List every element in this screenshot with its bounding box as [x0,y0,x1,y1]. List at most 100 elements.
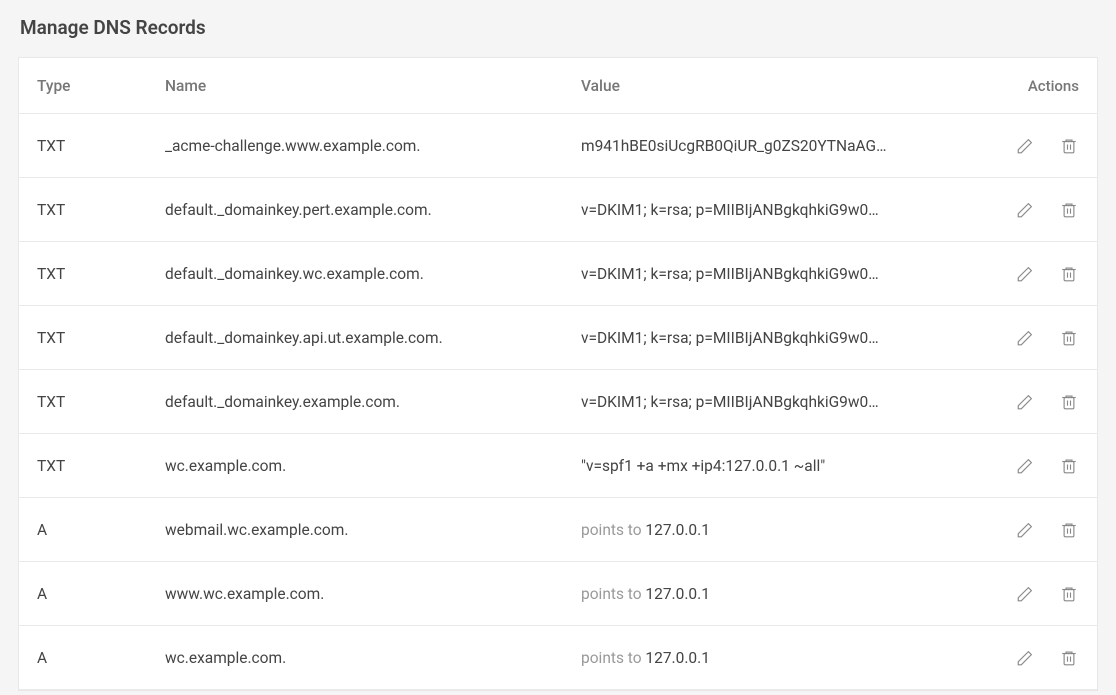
edit-button[interactable] [1015,584,1035,604]
cell-actions [969,200,1079,220]
cell-value: v=DKIM1; k=rsa; p=MIIBIjANBgkqhkiG9w0… [581,201,969,219]
pencil-icon [1016,649,1034,667]
value-main: m941hBE0siUcgRB0QiUR_g0ZS20YTNaAG… [581,137,886,155]
trash-icon [1060,137,1078,155]
cell-type: TXT [37,201,165,219]
cell-value: v=DKIM1; k=rsa; p=MIIBIjANBgkqhkiG9w0… [581,393,969,411]
pencil-icon [1016,137,1034,155]
table-row: A wc.example.com. points to 127.0.0.1 [19,626,1097,690]
cell-actions [969,264,1079,284]
cell-value: points to 127.0.0.1 [581,585,969,603]
trash-icon [1060,265,1078,283]
delete-button[interactable] [1059,328,1079,348]
table-row: TXT wc.example.com. "v=spf1 +a +mx +ip4:… [19,434,1097,498]
cell-actions [969,520,1079,540]
pencil-icon [1016,265,1034,283]
delete-button[interactable] [1059,392,1079,412]
table-header-row: Type Name Value Actions [19,58,1097,114]
cell-type: A [37,521,165,539]
delete-button[interactable] [1059,264,1079,284]
table-row: TXT default._domainkey.pert.example.com.… [19,178,1097,242]
edit-button[interactable] [1015,136,1035,156]
dns-records-table: Type Name Value Actions TXT _acme-challe… [18,57,1098,691]
table-row: TXT _acme-challenge.www.example.com. m94… [19,114,1097,178]
cell-type: TXT [37,329,165,347]
cell-value: v=DKIM1; k=rsa; p=MIIBIjANBgkqhkiG9w0… [581,329,969,347]
value-main: "v=spf1 +a +mx +ip4:127.0.0.1 ~all" [581,457,825,475]
delete-button[interactable] [1059,456,1079,476]
page-title: Manage DNS Records [0,0,1116,57]
cell-value: v=DKIM1; k=rsa; p=MIIBIjANBgkqhkiG9w0… [581,265,969,283]
cell-name: default._domainkey.pert.example.com. [165,201,581,219]
cell-actions [969,648,1079,668]
cell-actions [969,136,1079,156]
value-main: v=DKIM1; k=rsa; p=MIIBIjANBgkqhkiG9w0… [581,265,879,283]
edit-button[interactable] [1015,648,1035,668]
cell-type: TXT [37,137,165,155]
value-main: v=DKIM1; k=rsa; p=MIIBIjANBgkqhkiG9w0… [581,329,879,347]
trash-icon [1060,649,1078,667]
value-main: v=DKIM1; k=rsa; p=MIIBIjANBgkqhkiG9w0… [581,393,879,411]
cell-actions [969,392,1079,412]
cell-name: default._domainkey.wc.example.com. [165,265,581,283]
value-main: 127.0.0.1 [645,649,710,667]
delete-button[interactable] [1059,136,1079,156]
trash-icon [1060,201,1078,219]
header-type: Type [37,77,165,95]
cell-actions [969,584,1079,604]
trash-icon [1060,329,1078,347]
pencil-icon [1016,329,1034,347]
delete-button[interactable] [1059,584,1079,604]
value-main: 127.0.0.1 [645,521,710,539]
pencil-icon [1016,201,1034,219]
trash-icon [1060,457,1078,475]
header-actions: Actions [969,77,1079,95]
cell-name: _acme-challenge.www.example.com. [165,137,581,155]
delete-button[interactable] [1059,200,1079,220]
cell-value: points to 127.0.0.1 [581,521,969,539]
pencil-icon [1016,585,1034,603]
cell-name: webmail.wc.example.com. [165,521,581,539]
cell-type: TXT [37,265,165,283]
edit-button[interactable] [1015,200,1035,220]
pencil-icon [1016,521,1034,539]
value-main: 127.0.0.1 [645,585,710,603]
value-main: v=DKIM1; k=rsa; p=MIIBIjANBgkqhkiG9w0… [581,201,879,219]
pencil-icon [1016,457,1034,475]
trash-icon [1060,393,1078,411]
cell-value: m941hBE0siUcgRB0QiUR_g0ZS20YTNaAG… [581,137,969,155]
cell-name: default._domainkey.api.ut.example.com. [165,329,581,347]
edit-button[interactable] [1015,392,1035,412]
cell-type: A [37,649,165,667]
table-row: A www.wc.example.com. points to 127.0.0.… [19,562,1097,626]
cell-type: TXT [37,457,165,475]
header-value: Value [581,77,969,95]
cell-type: TXT [37,393,165,411]
cell-value: "v=spf1 +a +mx +ip4:127.0.0.1 ~all" [581,457,969,475]
cell-name: wc.example.com. [165,649,581,667]
header-name: Name [165,77,581,95]
edit-button[interactable] [1015,328,1035,348]
edit-button[interactable] [1015,520,1035,540]
table-row: A webmail.wc.example.com. points to 127.… [19,498,1097,562]
delete-button[interactable] [1059,648,1079,668]
cell-actions [969,328,1079,348]
value-prefix: points to [581,585,645,603]
delete-button[interactable] [1059,520,1079,540]
trash-icon [1060,585,1078,603]
cell-name: wc.example.com. [165,457,581,475]
cell-name: www.wc.example.com. [165,585,581,603]
cell-name: default._domainkey.example.com. [165,393,581,411]
pencil-icon [1016,393,1034,411]
edit-button[interactable] [1015,456,1035,476]
cell-actions [969,456,1079,476]
edit-button[interactable] [1015,264,1035,284]
value-prefix: points to [581,649,645,667]
table-row: TXT default._domainkey.example.com. v=DK… [19,370,1097,434]
table-row: TXT default._domainkey.api.ut.example.co… [19,306,1097,370]
value-prefix: points to [581,521,645,539]
trash-icon [1060,521,1078,539]
cell-type: A [37,585,165,603]
table-row: TXT default._domainkey.wc.example.com. v… [19,242,1097,306]
cell-value: points to 127.0.0.1 [581,649,969,667]
